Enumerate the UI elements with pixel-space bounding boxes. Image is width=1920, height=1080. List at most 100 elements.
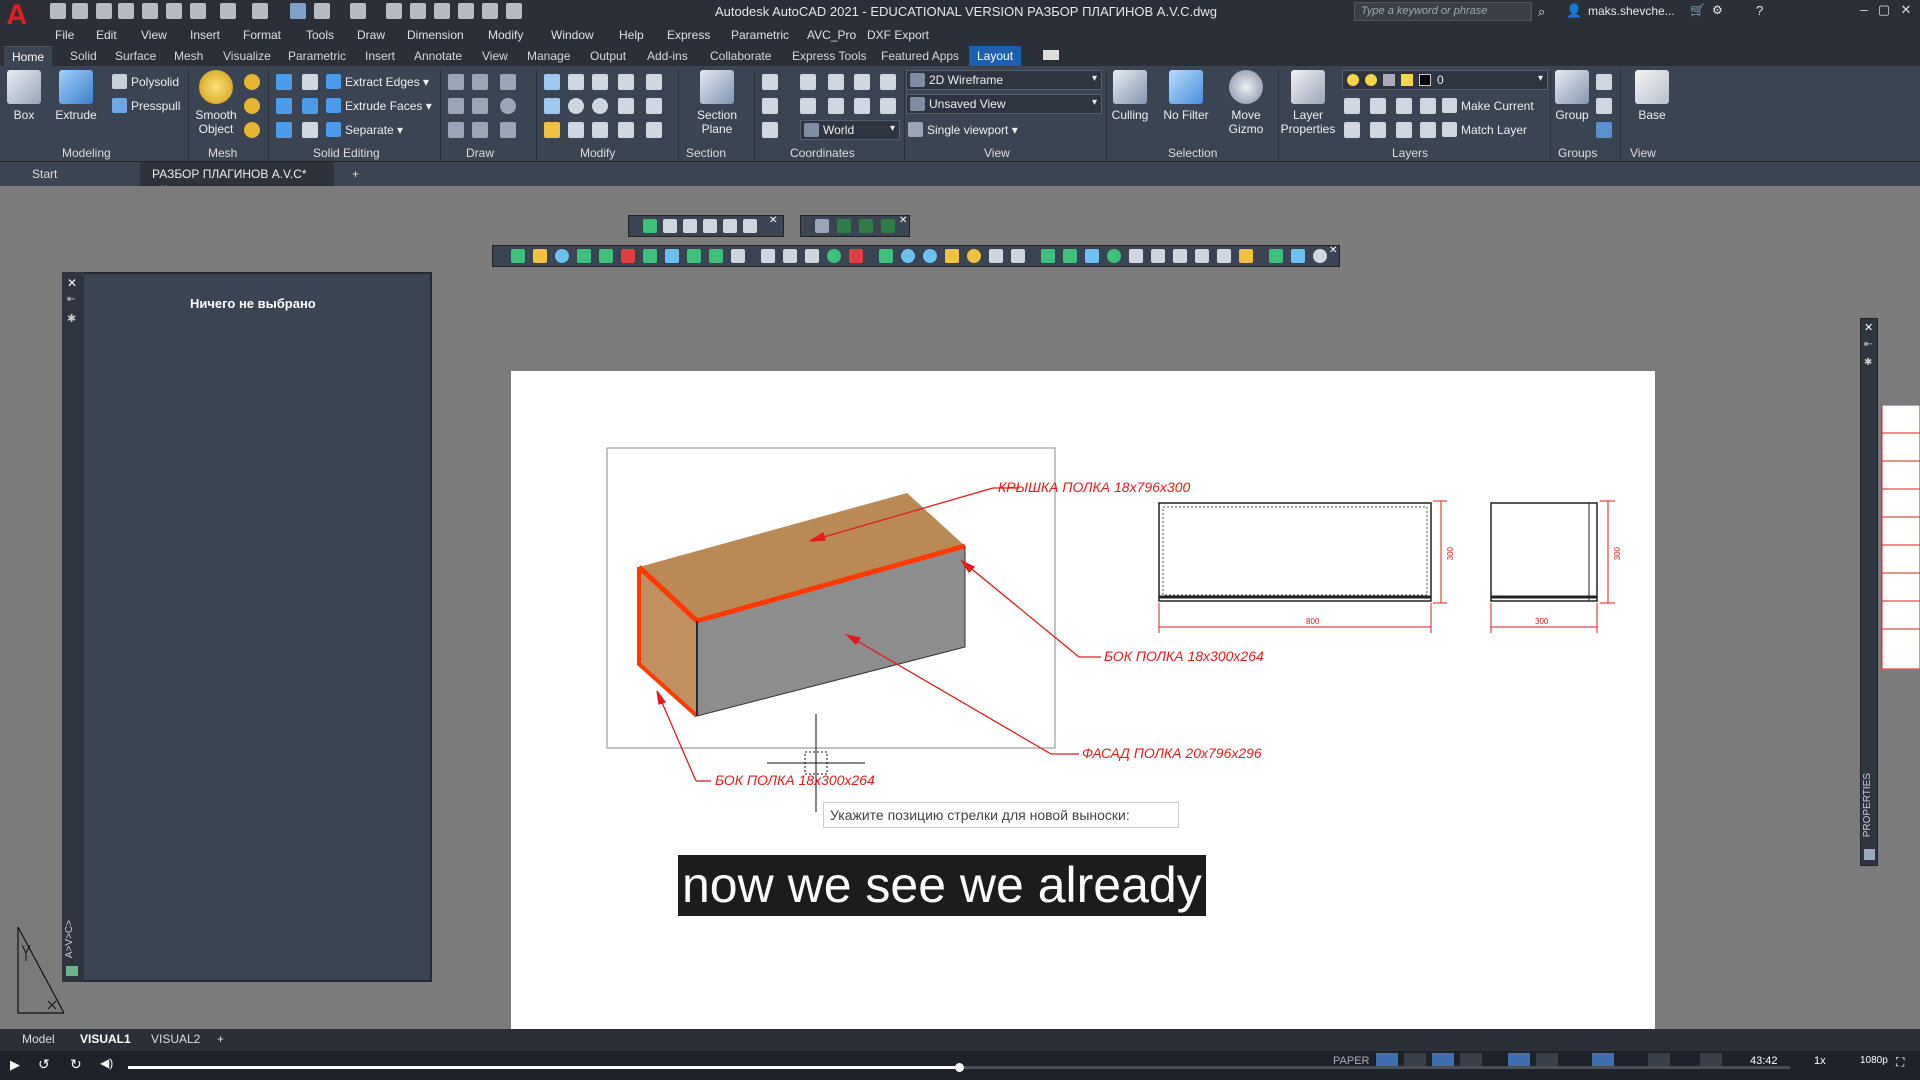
n-icon[interactable] [837, 219, 851, 233]
layer-on-icon[interactable] [1344, 122, 1360, 138]
insert-icon[interactable] [482, 3, 498, 19]
layer-unisolate-icon[interactable] [1370, 122, 1386, 138]
menu-dxf-export[interactable]: DXF Export [867, 28, 929, 42]
mesh-crease-icon[interactable] [244, 122, 260, 138]
plugin-icon[interactable] [643, 219, 657, 233]
save-as-icon[interactable] [118, 3, 134, 19]
auto-hide-icon[interactable]: ⇤ [67, 294, 75, 305]
draw-panel-title[interactable]: Draw [466, 146, 494, 160]
auto-hide-icon[interactable]: ⇤ [1864, 339, 1872, 350]
group-select-icon[interactable] [1596, 122, 1612, 138]
menu-format[interactable]: Format [243, 28, 281, 42]
plugin-icon[interactable] [1291, 249, 1305, 263]
scale-icon[interactable] [618, 98, 634, 114]
plugin-icon[interactable] [1063, 249, 1077, 263]
plugin-icon[interactable] [1107, 249, 1121, 263]
view-base-panel-title[interactable]: View [1630, 146, 1656, 160]
close-icon[interactable]: ✕ [1864, 321, 1873, 334]
menu-parametric[interactable]: Parametric [731, 28, 789, 42]
move-icon[interactable] [592, 74, 608, 90]
3d-array-icon[interactable] [568, 122, 584, 138]
playback-speed[interactable]: 1x [1814, 1055, 1826, 1067]
subtract-icon[interactable] [302, 74, 318, 90]
polygon-icon[interactable] [448, 122, 464, 138]
tab-view[interactable]: View [474, 46, 516, 66]
helix-icon[interactable] [472, 74, 488, 90]
tab-collaborate[interactable]: Collaborate [702, 46, 779, 66]
plugin-icon[interactable] [599, 249, 613, 263]
plugin-icon[interactable] [1195, 249, 1209, 263]
view-panel-title[interactable]: View [984, 146, 1010, 160]
leader-label-top[interactable]: КРЫШКА ПОЛКА 18x796x300 [998, 479, 1190, 495]
t-icon[interactable] [881, 219, 895, 233]
menu-window[interactable]: Window [551, 28, 594, 42]
named-view-dropdown[interactable]: Unsaved View ▾ [906, 94, 1102, 114]
tab-express-tools[interactable]: Express Tools [784, 46, 874, 66]
close-icon[interactable]: ✕ [769, 215, 777, 226]
k-icon[interactable] [859, 219, 873, 233]
tab-visual2[interactable]: VISUAL2 [151, 1032, 200, 1046]
tab-visual1[interactable]: VISUAL1 [80, 1032, 131, 1046]
menu-view[interactable]: View [141, 28, 167, 42]
forward-icon[interactable]: ↻ [70, 1056, 82, 1073]
ungroup-icon[interactable] [1596, 74, 1612, 90]
menu-dimension[interactable]: Dimension [407, 28, 464, 42]
plugin-icon[interactable] [849, 249, 863, 263]
plugin-icon[interactable] [805, 249, 819, 263]
line-draw-icon[interactable] [472, 98, 488, 114]
plugin-icon[interactable] [723, 219, 737, 233]
no-filter-button[interactable]: No Filter [1158, 70, 1214, 122]
layer-dropdown[interactable]: 0 ▾ [1342, 70, 1548, 90]
group-button[interactable]: Group [1552, 70, 1592, 122]
plugin-icon[interactable] [683, 219, 697, 233]
video-progress-thumb[interactable] [955, 1063, 964, 1072]
tab-output[interactable]: Output [582, 46, 634, 66]
tab-mesh[interactable]: Mesh [166, 46, 211, 66]
rotate-icon[interactable] [592, 98, 608, 114]
close-icon[interactable]: ✕ [1896, 2, 1916, 20]
tab-start[interactable]: Start [20, 162, 69, 186]
menu-tools[interactable]: Tools [306, 28, 334, 42]
culling-button[interactable]: Culling [1108, 70, 1152, 122]
layer-isolate-icon[interactable] [1370, 98, 1386, 114]
plugin-icon[interactable] [555, 249, 569, 263]
array-rect-icon[interactable] [646, 122, 662, 138]
coordinates-panel-title[interactable]: Coordinates [790, 146, 855, 160]
plugin-icon[interactable] [1011, 249, 1025, 263]
add-layout-button[interactable]: + [217, 1032, 224, 1046]
open-icon[interactable] [72, 3, 88, 19]
layers-panel-title[interactable]: Layers [1392, 146, 1428, 160]
circle-icon[interactable] [500, 98, 516, 114]
intersect-icon[interactable] [276, 98, 292, 114]
ucs-z-icon[interactable] [880, 74, 896, 90]
tab-manage[interactable]: Manage [519, 46, 578, 66]
play-icon[interactable]: ▶ [10, 1057, 20, 1073]
explode-icon[interactable] [646, 74, 662, 90]
menu-edit[interactable]: Edit [96, 28, 117, 42]
menu-modify[interactable]: Modify [488, 28, 523, 42]
plugin-icon[interactable] [621, 249, 635, 263]
polysolid-button[interactable]: Polysolid [112, 74, 179, 89]
layer-icon[interactable] [458, 3, 474, 19]
plugin-icon[interactable] [923, 249, 937, 263]
plugin-icon[interactable] [665, 249, 679, 263]
user-name[interactable]: maks.shevche... [1588, 4, 1675, 18]
mirror-icon[interactable] [544, 74, 560, 90]
tab-parametric[interactable]: Parametric [280, 46, 354, 66]
offset-icon[interactable] [618, 122, 634, 138]
settings-icon[interactable] [1313, 249, 1327, 263]
visual-style-dropdown[interactable]: 2D Wireframe ▾ [906, 70, 1102, 90]
tab-layout[interactable]: Layout [969, 46, 1022, 66]
layer-lock-icon[interactable] [1420, 98, 1436, 114]
mesh-sphere-icon[interactable] [244, 74, 260, 90]
ucs-zaxis-icon[interactable] [854, 98, 870, 114]
user-icon[interactable]: 👤 [1566, 3, 1582, 19]
tab-model[interactable]: Model [22, 1032, 55, 1046]
ucs-world-icon[interactable] [762, 122, 778, 138]
volume-icon[interactable]: ◀) [100, 1056, 113, 1070]
redo-icon[interactable] [252, 3, 268, 19]
polyline-icon[interactable] [448, 74, 464, 90]
ucs-object-icon[interactable] [800, 98, 816, 114]
arc-icon[interactable] [448, 98, 464, 114]
plugin-icon[interactable] [1151, 249, 1165, 263]
